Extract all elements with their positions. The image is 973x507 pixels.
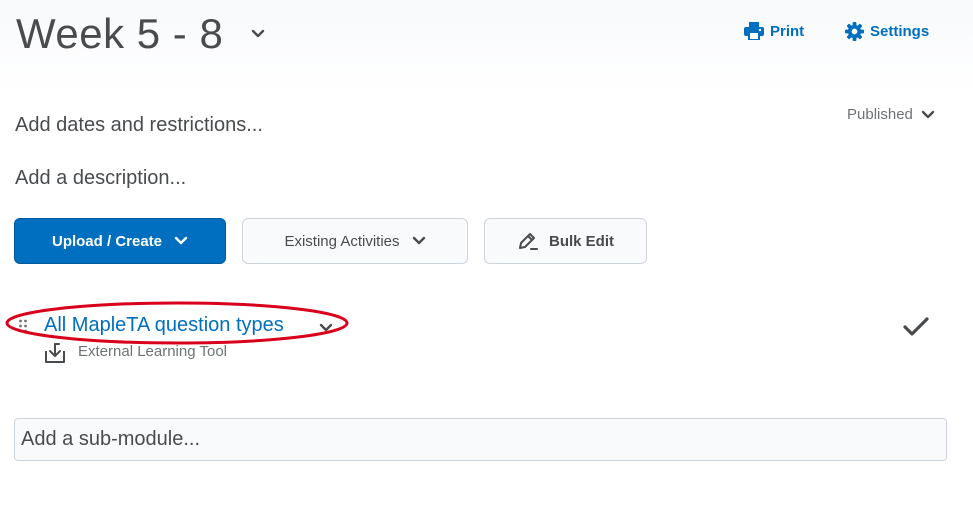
external-tool-icon (45, 343, 65, 363)
topic-type-label: External Learning Tool (78, 343, 227, 360)
chevron-down-icon[interactable] (250, 28, 266, 40)
topic-title-link[interactable]: All MapleTA question types (44, 314, 284, 337)
settings-button[interactable]: Settings (845, 22, 929, 41)
page-title: Week 5 - 8 (16, 10, 224, 57)
add-submodule-input[interactable] (14, 418, 947, 461)
printer-icon (744, 22, 764, 40)
print-button[interactable]: Print (744, 22, 804, 40)
chevron-down-icon (412, 236, 425, 245)
add-description-link[interactable]: Add a description... (15, 167, 186, 190)
drag-handle-icon[interactable] (18, 319, 28, 333)
status-dropdown[interactable]: Published (847, 106, 935, 123)
chevron-down-icon[interactable] (319, 323, 333, 333)
settings-label: Settings (870, 23, 930, 40)
chevron-down-icon (174, 236, 188, 245)
add-dates-link[interactable]: Add dates and restrictions... (15, 114, 263, 137)
pencil-icon (518, 233, 538, 250)
upload-create-button[interactable]: Upload / Create (14, 218, 226, 264)
chevron-down-icon (921, 110, 935, 118)
bulk-edit-button[interactable]: Bulk Edit (484, 218, 647, 264)
bulk-edit-label: Bulk Edit (548, 232, 614, 250)
existing-activities-label: Existing Activities (284, 232, 400, 250)
print-label: Print (770, 22, 805, 40)
gear-icon (845, 22, 864, 41)
existing-activities-button[interactable]: Existing Activities (242, 218, 468, 264)
checkmark-icon[interactable] (902, 316, 930, 338)
status-label: Published (847, 106, 913, 123)
upload-create-label: Upload / Create (51, 232, 163, 250)
